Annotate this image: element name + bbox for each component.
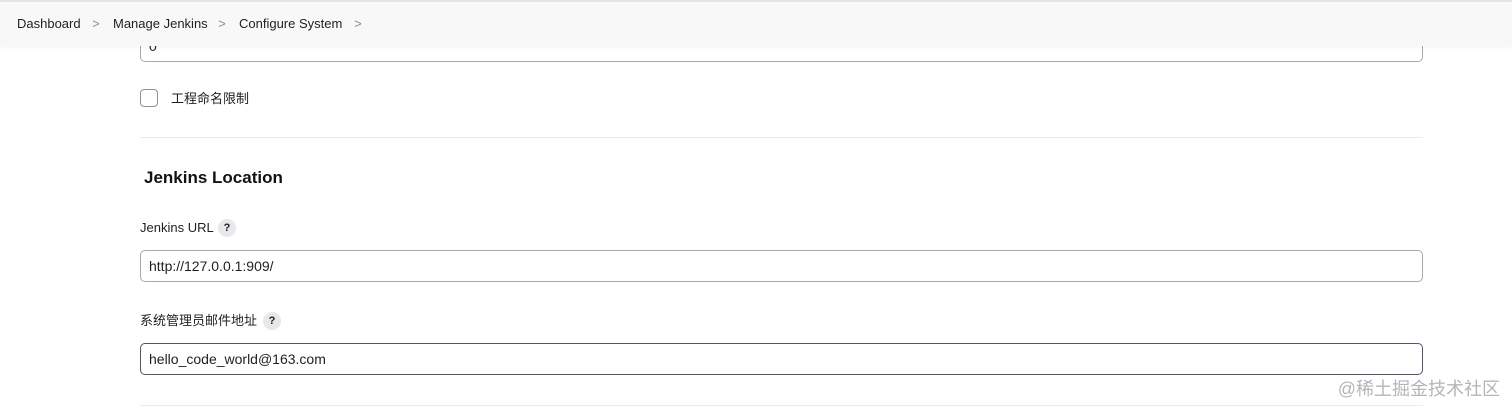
section-divider-bottom [140,405,1423,406]
help-question-mark: ? [223,222,231,234]
admin-email-help-icon[interactable]: ? [263,312,281,330]
admin-email-label: 系统管理员邮件地址 [140,313,258,328]
admin-email-value: hello_code_world@163.com [149,351,326,367]
jenkins-url-label: Jenkins URL [140,220,214,235]
help-question-mark: ? [268,315,276,327]
chevron-right-icon: > [92,16,100,31]
breadcrumb-dashboard[interactable]: Dashboard [17,15,81,33]
project-naming-checkbox[interactable] [140,89,158,107]
watermark-text: @稀土掘金技术社区 [1337,379,1500,399]
breadcrumb-manage-jenkins[interactable]: Manage Jenkins [113,15,208,33]
chevron-right-icon: > [218,16,226,31]
section-divider [140,137,1423,138]
config-page-content: 0 工程命名限制 Jenkins Location Jenkins URL ? … [0,0,1512,412]
chevron-right-icon: > [354,16,362,31]
breadcrumb-configure-system[interactable]: Configure System [239,15,342,33]
jenkins-url-value: http://127.0.0.1:909/ [149,258,274,274]
breadcrumb: Dashboard > Manage Jenkins > Configure S… [0,0,1512,46]
section-title-jenkins-location: Jenkins Location [144,168,283,187]
jenkins-url-input[interactable]: http://127.0.0.1:909/ [140,250,1423,282]
jenkins-url-help-icon[interactable]: ? [218,219,236,237]
project-naming-label[interactable]: 工程命名限制 [171,90,249,108]
admin-email-input[interactable]: hello_code_world@163.com [140,343,1423,375]
